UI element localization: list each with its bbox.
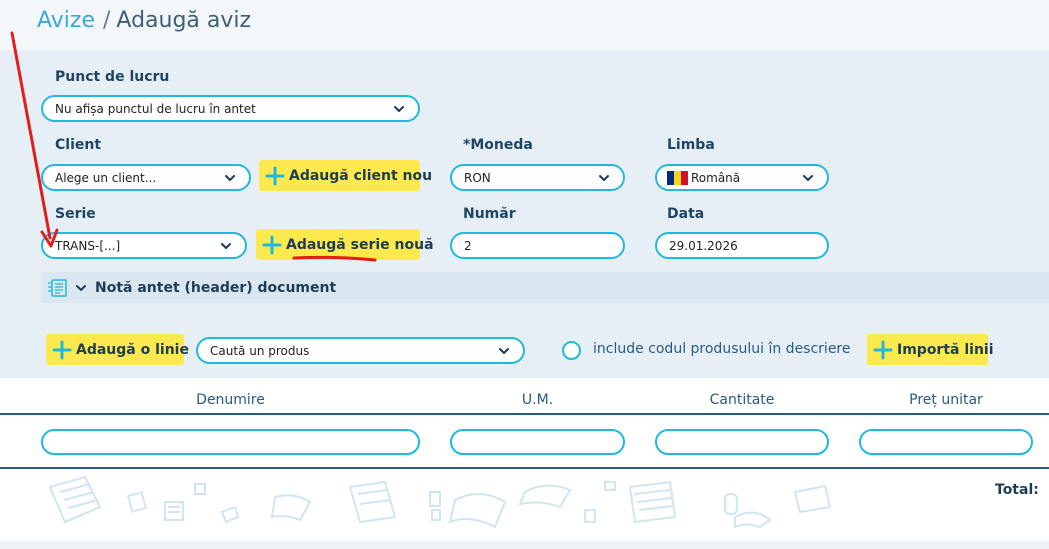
add-line-button[interactable]: Adaugă o linie — [46, 334, 189, 365]
add-client-label: Adaugă client nou — [289, 167, 433, 184]
column-denumire: Denumire — [196, 392, 265, 408]
data-input[interactable]: 29.01.2026 — [655, 232, 829, 259]
serie-label: Serie — [55, 206, 96, 222]
add-line-label: Adaugă o linie — [76, 341, 189, 358]
serie-value: TRANS-[...] — [55, 238, 121, 253]
bottom-strip — [0, 541, 1049, 549]
limba-label: Limba — [667, 137, 715, 153]
moneda-label: *Moneda — [463, 137, 533, 153]
punct-lucru-select[interactable]: Nu afișa punctul de lucru în antet — [41, 95, 420, 122]
line-cantitate-input[interactable] — [655, 429, 829, 455]
chevron-down-icon — [75, 282, 87, 294]
chevron-down-icon — [597, 171, 611, 185]
serie-select[interactable]: TRANS-[...] — [41, 232, 247, 259]
product-search-value: Caută un produs — [210, 343, 310, 358]
add-serie-label: Adaugă serie nouă — [286, 236, 434, 253]
add-serie-button[interactable]: Adaugă serie nouă — [256, 229, 434, 260]
breadcrumb-avize-link[interactable]: Avize — [37, 8, 95, 33]
line-um-input[interactable] — [450, 429, 625, 455]
include-code-label: include codul produsului în descriere — [593, 341, 851, 357]
limba-value: Română — [691, 170, 741, 185]
limba-select[interactable]: Română — [655, 164, 829, 191]
punct-lucru-value: Nu afișa punctul de lucru în antet — [55, 101, 256, 116]
include-code-radio[interactable] — [562, 341, 581, 360]
import-lines-label: Importă linii — [897, 341, 994, 358]
line-pret-input[interactable] — [859, 429, 1033, 455]
table-header-divider — [0, 413, 1049, 415]
moneda-select[interactable]: RON — [450, 164, 625, 191]
total-label: Total: — [995, 482, 1039, 498]
line-denumire-input[interactable] — [41, 429, 420, 455]
breadcrumb: Avize / Adaugă aviz — [0, 0, 1049, 50]
plus-icon — [873, 340, 893, 360]
column-cantitate: Cantitate — [709, 392, 775, 408]
import-lines-button[interactable]: Importă linii — [867, 334, 994, 365]
data-value: 29.01.2026 — [669, 238, 738, 253]
client-label: Client — [55, 137, 102, 153]
numar-value: 2 — [464, 238, 472, 253]
add-client-button[interactable]: Adaugă client nou — [259, 160, 432, 191]
column-um: U.M. — [521, 392, 554, 408]
client-value: Alege un client... — [55, 170, 157, 185]
chevron-down-icon — [497, 344, 511, 358]
plus-icon — [262, 235, 282, 255]
chevron-down-icon — [801, 171, 815, 185]
decorative-papers-illustration — [48, 475, 832, 529]
romania-flag-icon — [667, 170, 688, 185]
punct-lucru-label: Punct de lucru — [55, 69, 170, 85]
document-icon — [47, 278, 69, 297]
chevron-down-icon — [223, 171, 237, 185]
client-select[interactable]: Alege un client... — [41, 164, 251, 191]
note-header-toggle[interactable]: Notă antet (header) document — [41, 272, 1049, 303]
numar-input[interactable]: 2 — [450, 232, 625, 259]
table-footer-divider — [0, 467, 1049, 469]
numar-label: Număr — [463, 206, 516, 222]
data-label: Data — [667, 206, 705, 222]
page-title: Adaugă aviz — [116, 8, 252, 33]
product-search-select[interactable]: Caută un produs — [196, 337, 525, 364]
plus-icon — [265, 166, 285, 186]
chevron-down-icon — [392, 102, 406, 116]
plus-icon — [52, 340, 72, 360]
column-pret-unitar: Preț unitar — [909, 392, 983, 408]
moneda-value: RON — [464, 170, 491, 185]
breadcrumb-separator: / — [102, 8, 111, 33]
chevron-down-icon — [219, 239, 233, 253]
note-header-label: Notă antet (header) document — [95, 279, 337, 296]
